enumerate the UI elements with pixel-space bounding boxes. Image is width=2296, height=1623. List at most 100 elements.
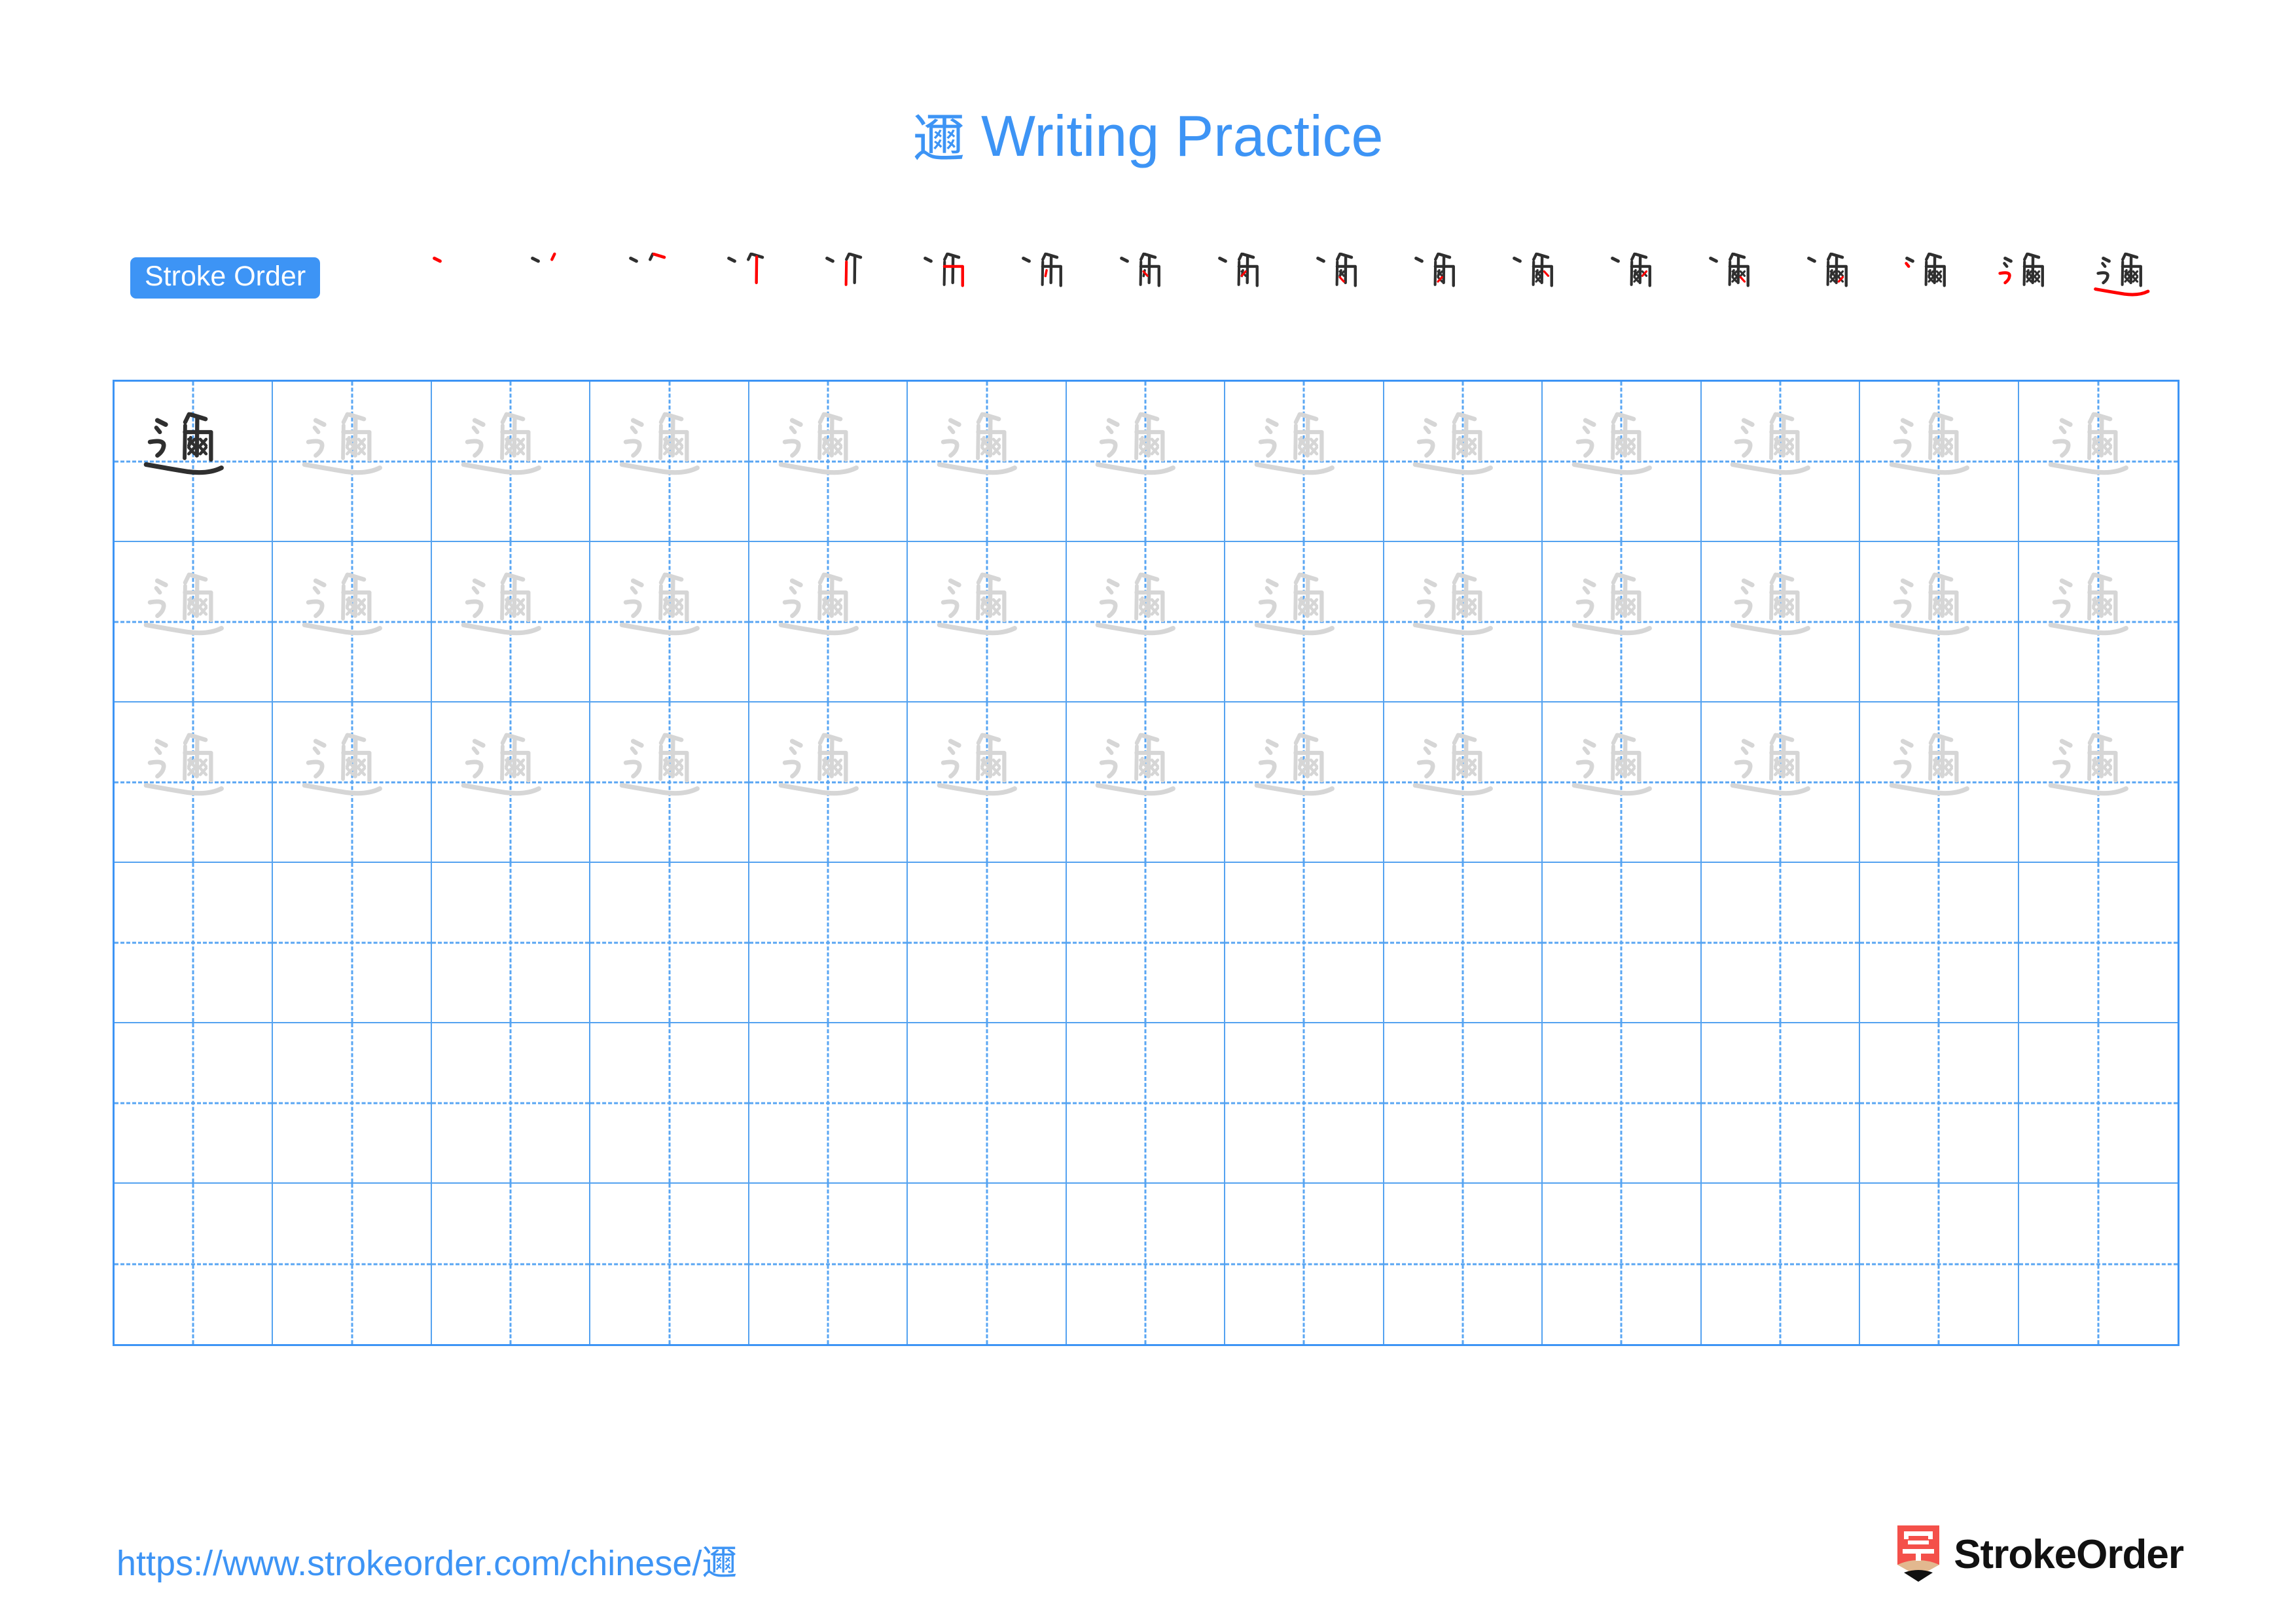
practice-cell-r4-c6[interactable]	[908, 863, 1067, 1023]
practice-cell-r1-c9[interactable]	[1384, 382, 1543, 542]
practice-cell-r6-c13[interactable]	[2019, 1184, 2178, 1344]
practice-cell-r3-c12[interactable]	[1860, 702, 2019, 863]
practice-cell-r4-c13[interactable]	[2018, 863, 2178, 1023]
practice-cell-r3-c1[interactable]	[115, 702, 274, 863]
practice-cell-r6-c1[interactable]	[115, 1184, 274, 1344]
trace-character	[432, 702, 589, 862]
practice-cell-r5-c12[interactable]	[1860, 1023, 2019, 1184]
practice-cell-r5-c9[interactable]	[1384, 1023, 1543, 1184]
trace-character	[590, 542, 747, 701]
practice-cell-r1-c13[interactable]	[2018, 382, 2178, 542]
practice-cell-r1-c12[interactable]	[1860, 382, 2019, 542]
practice-cell-r1-c3[interactable]	[431, 382, 591, 542]
stroke-order-step-17	[1981, 238, 2079, 336]
trace-character	[273, 702, 430, 862]
practice-cell-r4-c9[interactable]	[1384, 863, 1543, 1023]
practice-cell-r4-c4[interactable]	[590, 863, 749, 1023]
brand-logo[interactable]: StrokeOrder	[1896, 1524, 2184, 1584]
practice-cell-r6-c8[interactable]	[1225, 1184, 1384, 1344]
practice-cell-r1-c7[interactable]	[1066, 382, 1226, 542]
stroke-order-badge: Stroke Order	[130, 257, 321, 299]
practice-cell-r6-c2[interactable]	[273, 1184, 432, 1344]
trace-character	[1702, 702, 1859, 862]
practice-cell-r6-c10[interactable]	[1543, 1184, 1702, 1344]
practice-cell-r6-c4[interactable]	[590, 1184, 749, 1344]
practice-cell-r5-c2[interactable]	[273, 1023, 432, 1184]
practice-cell-r2-c10[interactable]	[1543, 542, 1702, 702]
practice-cell-r3-c13[interactable]	[2018, 702, 2178, 863]
practice-cell-r1-c8[interactable]	[1225, 382, 1384, 542]
practice-cell-r3-c2[interactable]	[273, 702, 432, 863]
practice-cell-r3-c10[interactable]	[1543, 702, 1702, 863]
practice-cell-r5-c7[interactable]	[1066, 1023, 1226, 1184]
pencil-logo-icon	[1896, 1524, 1941, 1584]
practice-cell-r2-c8[interactable]	[1225, 542, 1384, 702]
practice-cell-r6-c12[interactable]	[1860, 1184, 2019, 1344]
practice-cell-r2-c11[interactable]	[1701, 542, 1861, 702]
practice-cell-r5-c4[interactable]	[590, 1023, 749, 1184]
trace-character	[749, 542, 906, 701]
practice-cell-r5-c8[interactable]	[1225, 1023, 1384, 1184]
practice-cell-r1-c10[interactable]	[1543, 382, 1702, 542]
practice-cell-r5-c10[interactable]	[1543, 1023, 1702, 1184]
practice-cell-r6-c5[interactable]	[749, 1184, 908, 1344]
practice-cell-r6-c7[interactable]	[1067, 1184, 1226, 1344]
practice-cell-r5-c1[interactable]	[115, 1023, 274, 1184]
practice-cell-r2-c2[interactable]	[273, 542, 432, 702]
practice-cell-r6-c3[interactable]	[432, 1184, 591, 1344]
brand-name: StrokeOrder	[1954, 1531, 2184, 1577]
practice-cell-r3-c4[interactable]	[590, 702, 749, 863]
practice-cell-r4-c12[interactable]	[1860, 863, 2019, 1023]
practice-cell-r4-c1[interactable]	[115, 863, 274, 1023]
practice-cell-r2-c6[interactable]	[908, 542, 1067, 702]
practice-cell-r5-c6[interactable]	[908, 1023, 1067, 1184]
practice-cell-r6-c9[interactable]	[1384, 1184, 1543, 1344]
practice-cell-r2-c12[interactable]	[1860, 542, 2019, 702]
practice-cell-r3-c11[interactable]	[1701, 702, 1861, 863]
practice-cell-r1-c11[interactable]	[1701, 382, 1861, 542]
practice-cell-r1-c6[interactable]	[908, 382, 1067, 542]
practice-cell-r2-c4[interactable]	[590, 542, 749, 702]
footer-url-path: https://www.strokeorder.com/chinese/	[117, 1544, 702, 1583]
trace-character	[590, 382, 747, 541]
practice-cell-r5-c13[interactable]	[2018, 1023, 2178, 1184]
practice-cell-r3-c5[interactable]	[749, 702, 908, 863]
practice-cell-r2-c7[interactable]	[1066, 542, 1226, 702]
practice-cell-r6-c6[interactable]	[908, 1184, 1067, 1344]
stroke-order-step-7	[999, 238, 1098, 336]
practice-cell-r2-c5[interactable]	[749, 542, 908, 702]
trace-character	[273, 382, 430, 541]
practice-cell-r4-c10[interactable]	[1543, 863, 1702, 1023]
practice-cell-r3-c8[interactable]	[1225, 702, 1384, 863]
practice-cell-r1-c5[interactable]	[749, 382, 908, 542]
practice-cell-r3-c6[interactable]	[908, 702, 1067, 863]
practice-cell-r2-c13[interactable]	[2018, 542, 2178, 702]
practice-cell-r4-c2[interactable]	[273, 863, 432, 1023]
practice-cell-r1-c2[interactable]	[273, 382, 432, 542]
practice-cell-r5-c11[interactable]	[1701, 1023, 1861, 1184]
practice-grid	[113, 380, 2179, 1346]
stroke-order-step-13	[1588, 238, 1687, 336]
practice-cell-r4-c7[interactable]	[1066, 863, 1226, 1023]
practice-cell-r4-c5[interactable]	[749, 863, 908, 1023]
trace-character	[1067, 382, 1224, 541]
trace-character	[432, 542, 589, 701]
practice-cell-r6-c11[interactable]	[1702, 1184, 1861, 1344]
practice-cell-r5-c3[interactable]	[431, 1023, 591, 1184]
stroke-order-step-11	[1392, 238, 1490, 336]
stroke-order-step-8	[1098, 238, 1196, 336]
practice-cell-r4-c3[interactable]	[431, 863, 591, 1023]
practice-cell-r3-c9[interactable]	[1384, 702, 1543, 863]
practice-cell-r4-c11[interactable]	[1701, 863, 1861, 1023]
practice-cell-r1-c4[interactable]	[590, 382, 749, 542]
practice-cell-r1-c1[interactable]	[115, 382, 274, 542]
footer-url[interactable]: https://www.strokeorder.com/chinese/邇	[117, 1534, 737, 1586]
practice-cell-r3-c7[interactable]	[1066, 702, 1226, 863]
practice-cell-r2-c3[interactable]	[431, 542, 591, 702]
practice-cell-r2-c9[interactable]	[1384, 542, 1543, 702]
practice-cell-r2-c1[interactable]	[115, 542, 274, 702]
practice-cell-r5-c5[interactable]	[749, 1023, 908, 1184]
practice-cell-r3-c3[interactable]	[431, 702, 591, 863]
trace-character	[1543, 702, 1700, 862]
practice-cell-r4-c8[interactable]	[1225, 863, 1384, 1023]
